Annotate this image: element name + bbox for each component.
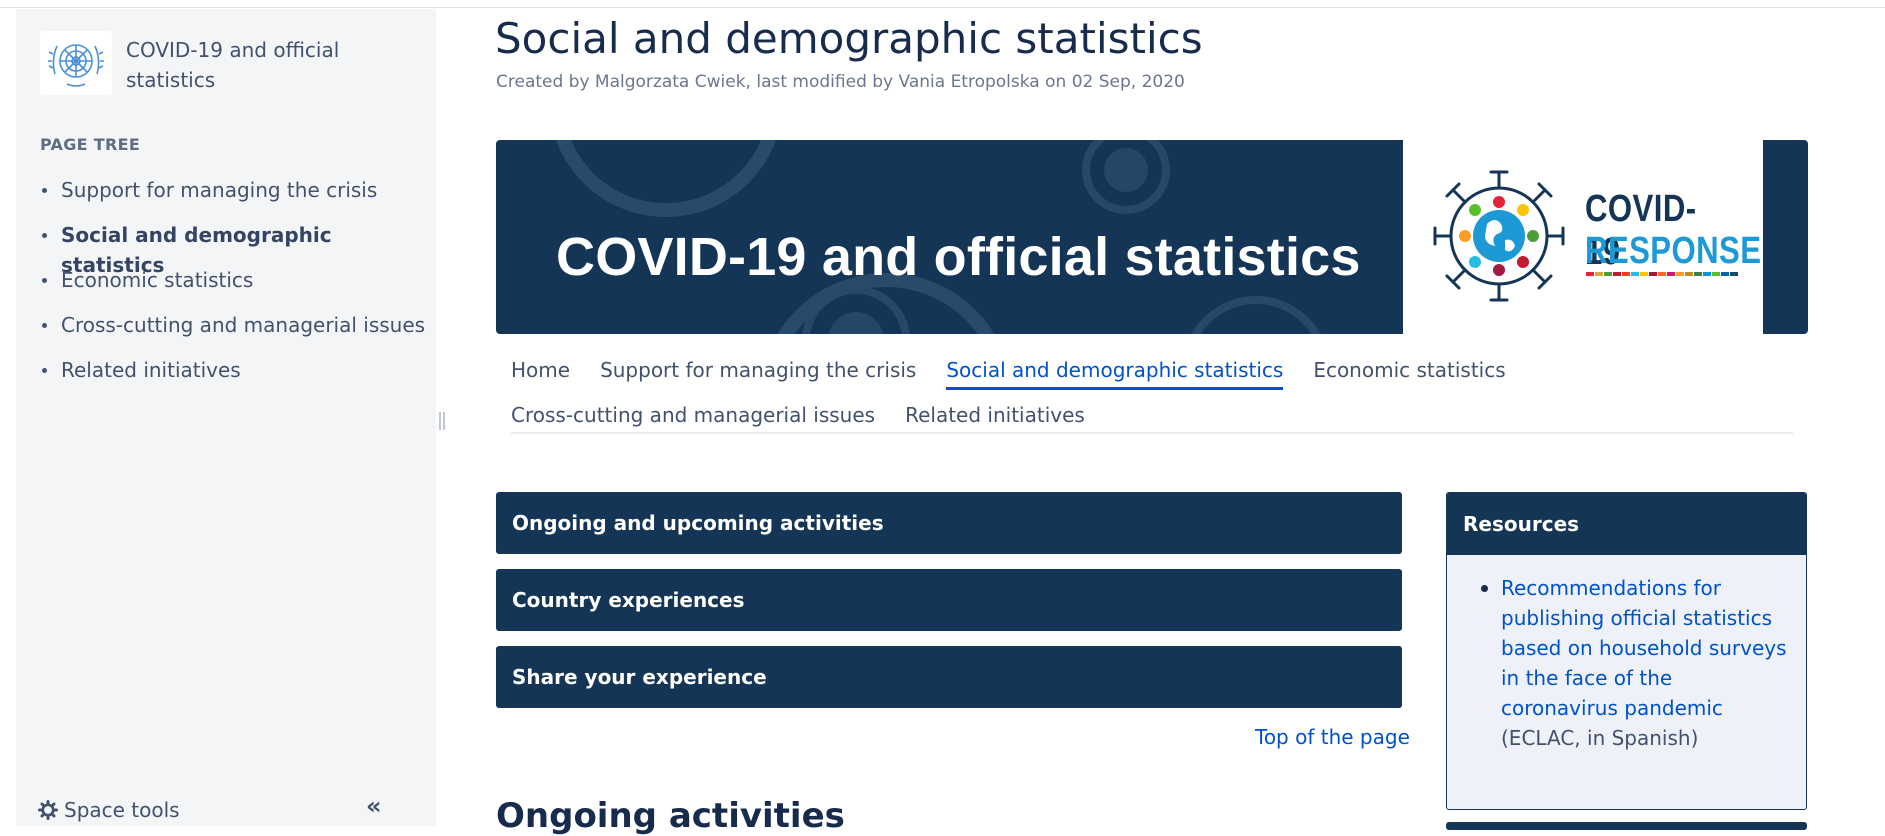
accordion-share-experience[interactable]: Share your experience [496, 646, 1402, 708]
page-title: Social and demographic statistics [495, 14, 1203, 63]
space-tools-label: Space tools [64, 798, 180, 822]
resources-list: Recommendations for publishing official … [1481, 573, 1791, 753]
nav-tab-label: Related initiatives [905, 403, 1085, 427]
nav-tab-label: Cross-cutting and managerial issues [511, 403, 876, 427]
space-tools-button[interactable]: Space tools [38, 798, 180, 822]
covid-response-logo: COVID-19 RESPONSE [1403, 140, 1763, 334]
accordion-ongoing-upcoming[interactable]: Ongoing and upcoming activities [496, 492, 1402, 554]
nav-tab-home[interactable]: Home [511, 352, 570, 397]
next-panel-edge [1446, 822, 1807, 830]
page-tree-item-support[interactable]: Support for managing the crisis [40, 175, 436, 220]
sdg-color-stripe [1586, 272, 1739, 276]
top-of-page-link[interactable]: Top of the page [1255, 725, 1410, 749]
covid-virus-globe-icon [1433, 170, 1565, 302]
banner: COVID-19 and official statistics COVID-1… [496, 140, 1808, 334]
sidebar-resize-handle[interactable] [439, 412, 445, 430]
page-tree-item-social-demographic[interactable]: Social and demographic statistics [40, 220, 436, 277]
resources-title: Resources [1447, 493, 1806, 555]
page-tree-label: PAGE TREE [40, 135, 141, 154]
nav-tab-label: Economic statistics [1313, 358, 1506, 382]
nav-tab-cross-cutting[interactable]: Cross-cutting and managerial issues [511, 397, 875, 442]
page-tree: Support for managing the crisis Social a… [40, 175, 436, 400]
resource-suffix: (ECLAC, in Spanish) [1501, 726, 1699, 750]
space-header[interactable]: COVID-19 and official statistics [40, 31, 346, 95]
nav-tab-label: Home [511, 358, 571, 382]
nav-tab-support[interactable]: Support for managing the crisis [600, 352, 916, 397]
page-tree-item-cross-cutting[interactable]: Cross-cutting and managerial issues [40, 310, 436, 355]
resource-link[interactable]: Recommendations for publishing official … [1501, 576, 1787, 720]
logo-response-text: RESPONSE [1585, 230, 1762, 272]
nav-tab-related[interactable]: Related initiatives [905, 397, 1085, 442]
section-nav: Home Support for managing the crisis Soc… [511, 352, 1793, 442]
page-tree-item-economic[interactable]: Economic statistics [40, 265, 436, 310]
un-emblem-logo[interactable] [40, 31, 112, 95]
nav-tab-label: Support for managing the crisis [600, 358, 917, 382]
banner-title: COVID-19 and official statistics [556, 227, 1361, 287]
collapse-sidebar-button[interactable]: « [366, 792, 382, 820]
page-tree-item-related[interactable]: Related initiatives [40, 355, 436, 400]
nav-tab-label: Social and demographic statistics [946, 358, 1284, 390]
page-byline: Created by Malgorzata Cwiek, last modifi… [496, 72, 1185, 92]
list-item: Recommendations for publishing official … [1481, 573, 1791, 753]
sidebar: COVID-19 and official statistics PAGE TR… [16, 9, 436, 826]
top-border [0, 0, 1885, 8]
resources-panel: Resources Recommendations for publishing… [1446, 492, 1807, 810]
nav-tab-economic[interactable]: Economic statistics [1313, 352, 1505, 397]
nav-tab-social-demographic[interactable]: Social and demographic statistics [946, 352, 1284, 397]
section-heading: Ongoing activities [496, 796, 845, 836]
accordion-country-experiences[interactable]: Country experiences [496, 569, 1402, 631]
nav-divider [511, 432, 1793, 434]
space-title[interactable]: COVID-19 and official statistics [126, 35, 346, 95]
gear-icon [38, 800, 58, 820]
